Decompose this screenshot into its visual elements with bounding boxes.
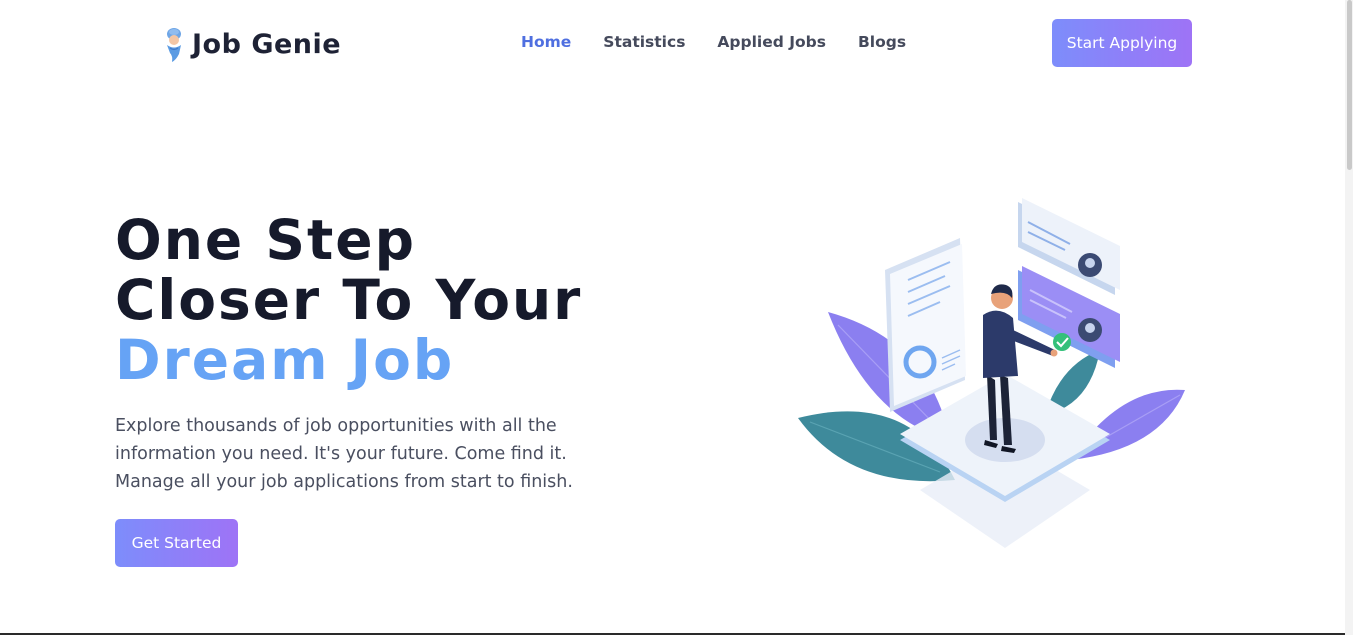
nav-item-home[interactable]: Home xyxy=(521,33,571,51)
hero-title-accent: Dream Job xyxy=(115,328,455,392)
brand-name: Job Genie xyxy=(192,28,342,60)
navbar: Job Genie Home Statistics Applied Jobs B… xyxy=(0,0,1345,88)
hero-title-line-2: Closer To Your xyxy=(115,268,583,332)
hero-title: One Step Closer To Your Dream Job xyxy=(115,210,582,390)
get-started-button[interactable]: Get Started xyxy=(115,519,238,567)
scrollbar-track[interactable] xyxy=(1345,0,1353,635)
hero-description: Explore thousands of job opportunities w… xyxy=(115,416,573,492)
brand[interactable]: Job Genie xyxy=(162,26,341,62)
hero-title-line-1: One Step xyxy=(115,208,416,272)
main-nav: Home Statistics Applied Jobs Blogs xyxy=(521,33,906,51)
genie-icon xyxy=(167,28,181,62)
scrollbar-thumb[interactable] xyxy=(1347,0,1352,170)
nav-item-applied-jobs[interactable]: Applied Jobs xyxy=(717,33,826,51)
page: Job Genie Home Statistics Applied Jobs B… xyxy=(0,0,1353,635)
nav-item-blogs[interactable]: Blogs xyxy=(858,33,906,51)
job-seeker-illustration xyxy=(798,198,1185,548)
start-applying-button[interactable]: Start Applying xyxy=(1052,19,1192,67)
nav-item-statistics[interactable]: Statistics xyxy=(603,33,685,51)
